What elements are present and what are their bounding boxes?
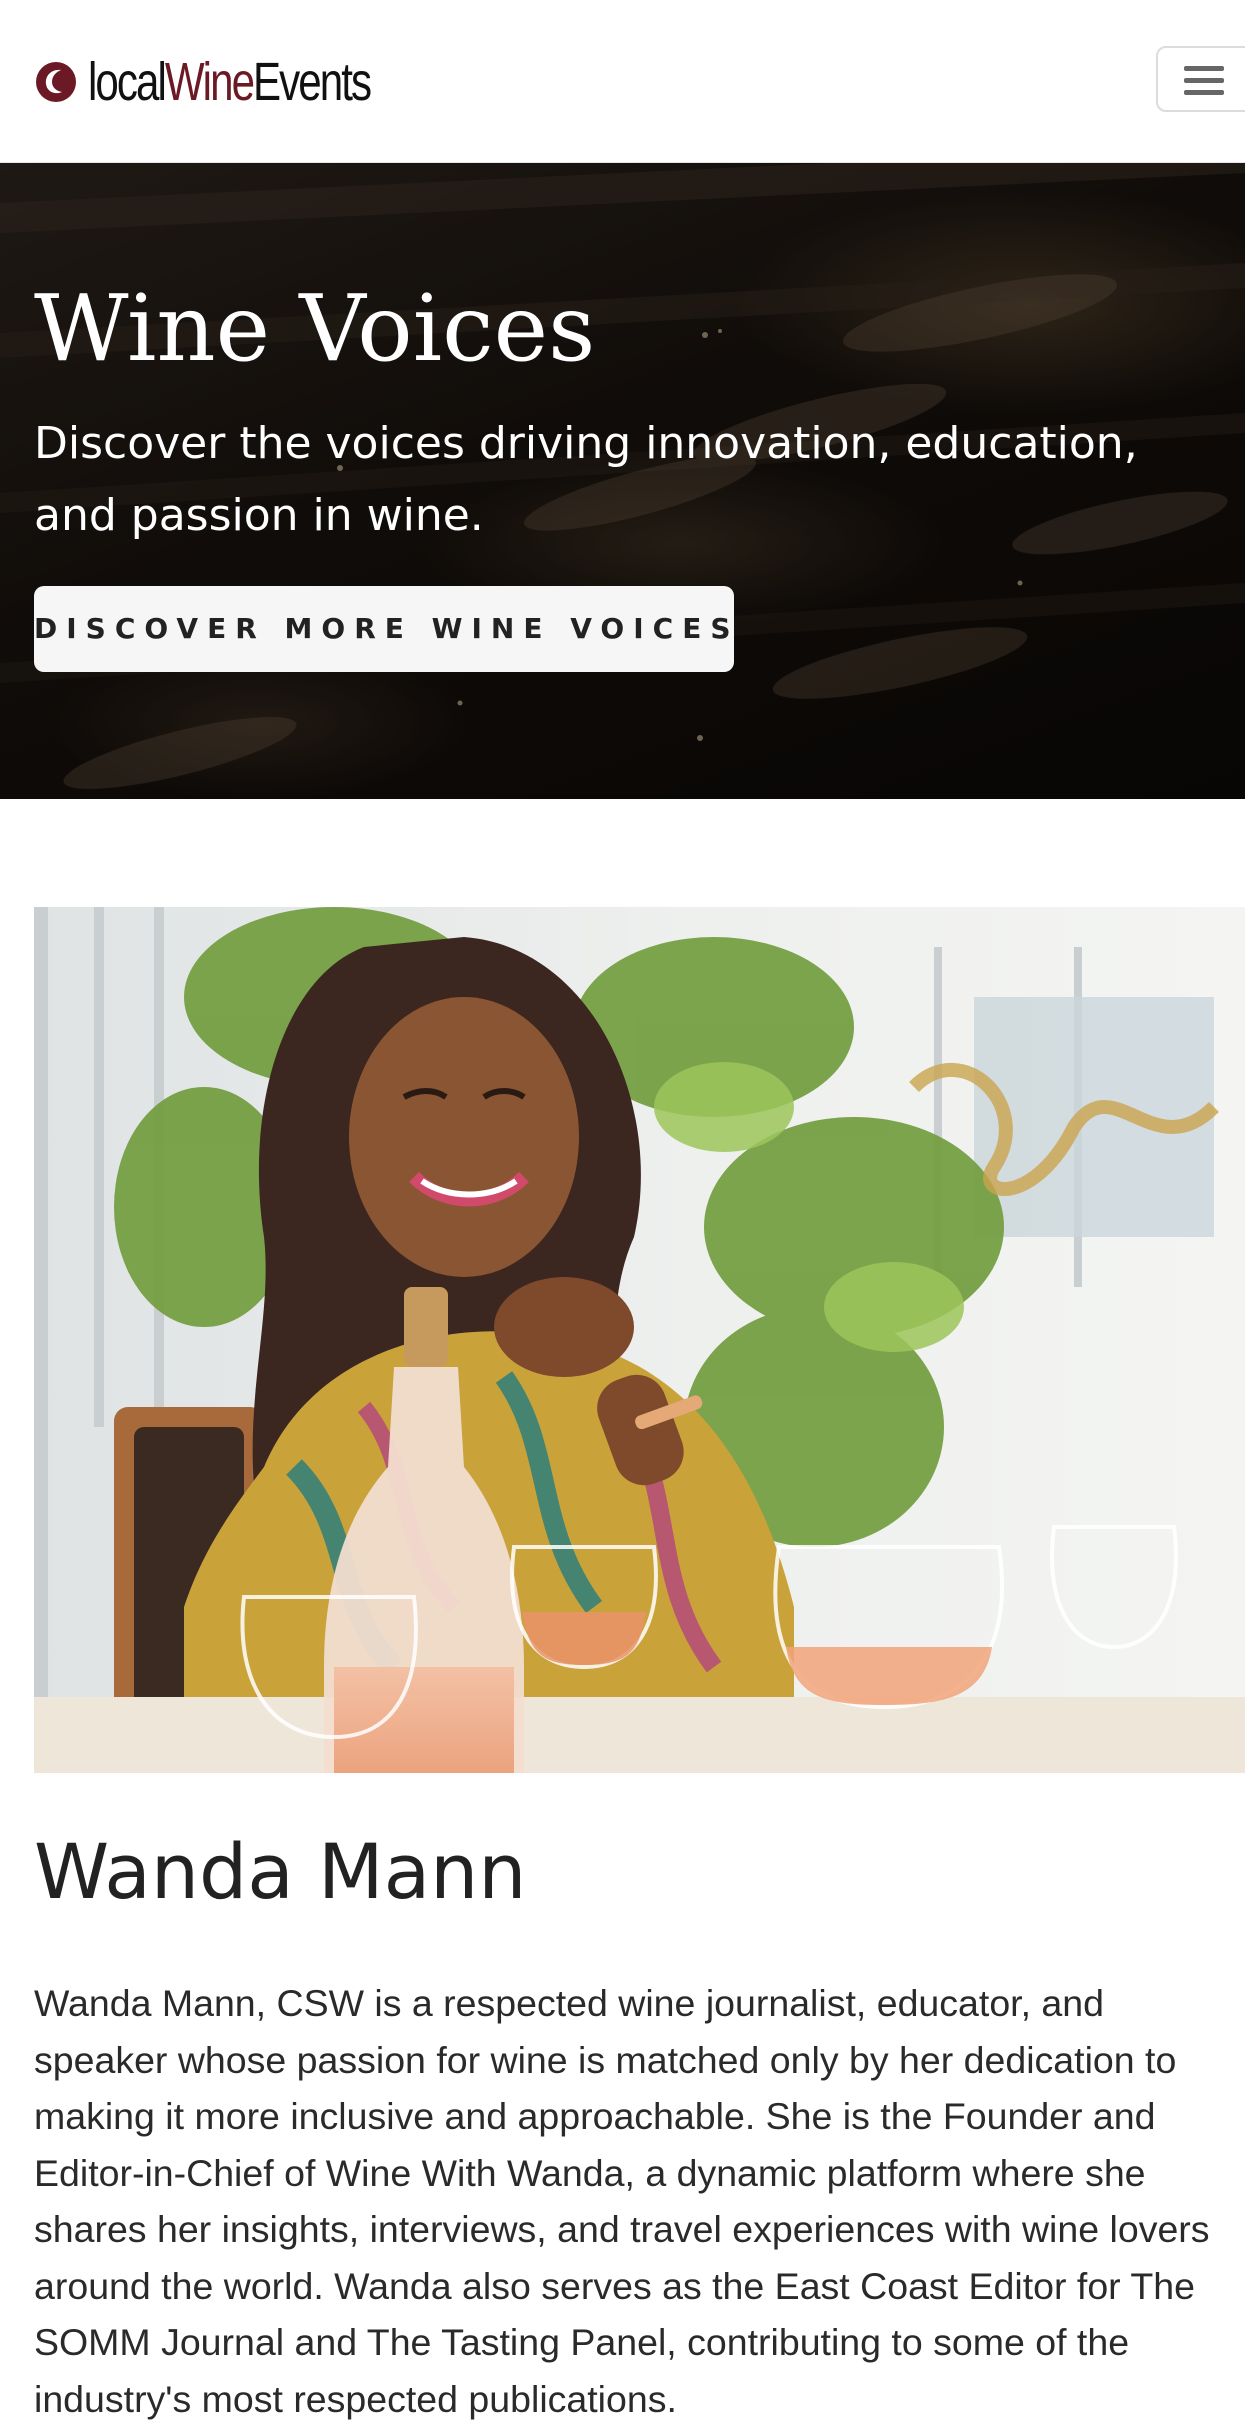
site-logo[interactable]: localWineEvents (34, 52, 450, 112)
profile-photo (34, 907, 1245, 1773)
discover-more-wine-voices-button[interactable]: DISCOVER MORE WINE VOICES (34, 586, 734, 672)
logo-text-local: local (88, 52, 167, 112)
hamburger-menu-icon (1184, 66, 1224, 96)
profile-name: Wanda Mann (34, 1827, 527, 1916)
logo-wordmark: localWineEvents (88, 52, 372, 112)
logo-text-wine: Wine (164, 52, 255, 112)
menu-toggle-button[interactable] (1156, 46, 1245, 112)
hero-title: Wine Voices (34, 275, 596, 382)
wine-glass-logo-icon (36, 62, 76, 102)
logo-text-events: Events (253, 52, 372, 112)
profile-bio: Wanda Mann, CSW is a respected wine jour… (34, 1982, 1210, 2420)
site-header: localWineEvents (0, 0, 1245, 163)
hero-banner: Wine Voices Discover the voices driving … (0, 163, 1245, 799)
hero-subtitle: Discover the voices driving innovation, … (34, 418, 1138, 541)
profile-photo-illustration (34, 907, 1245, 1773)
